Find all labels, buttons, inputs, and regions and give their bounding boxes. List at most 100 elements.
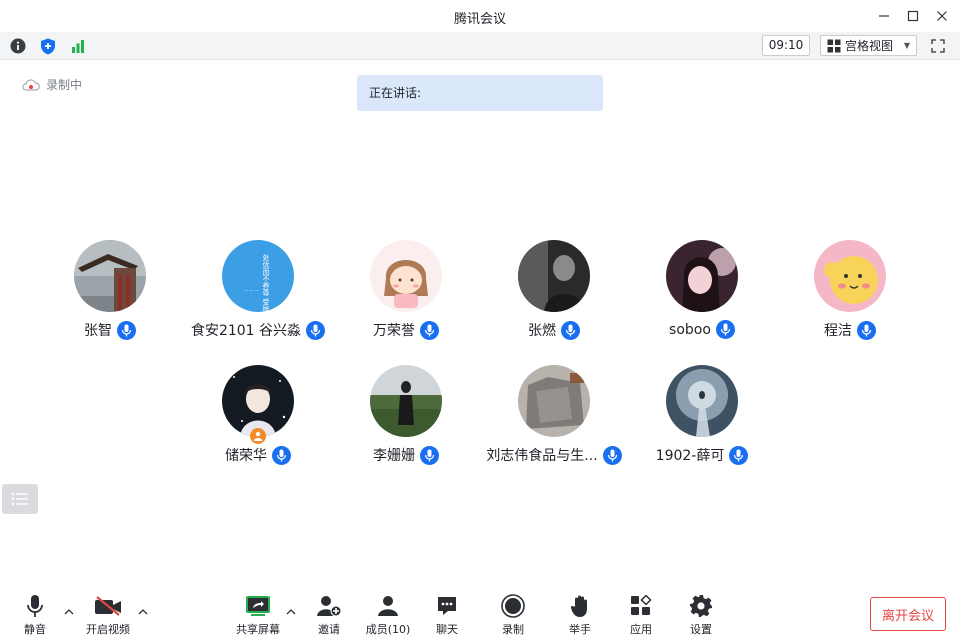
share-screen-button[interactable]: 共享屏幕 [234, 584, 282, 640]
fullscreen-icon [931, 39, 945, 53]
microphone-icon [121, 324, 132, 336]
participant-tile[interactable]: 万荣誉 [332, 240, 480, 350]
recording-label: 录制中 [46, 78, 83, 92]
cloud-record-icon [22, 78, 40, 91]
speaking-banner: 正在讲话: [357, 75, 603, 111]
participant-tile[interactable]: soboo [628, 240, 776, 350]
share-screen-icon [246, 596, 270, 616]
mic-status-badge[interactable] [857, 320, 876, 340]
network-status-button[interactable] [68, 36, 88, 56]
leave-meeting-button[interactable]: 离开会议 [870, 597, 946, 631]
settings-button[interactable]: 设置 [681, 584, 721, 640]
avatar [814, 240, 886, 312]
share-screen-label: 共享屏幕 [236, 623, 280, 636]
maximize-button[interactable] [903, 6, 923, 26]
video-options-caret[interactable] [137, 606, 149, 618]
raise-hand-button[interactable]: 举手 [560, 584, 600, 640]
chat-button[interactable]: 聊天 [427, 584, 467, 640]
avatar [518, 365, 590, 437]
fullscreen-button[interactable] [928, 36, 948, 56]
close-icon [937, 11, 947, 21]
participant-name: 1902-薛可 [655, 448, 725, 464]
gear-icon [690, 595, 712, 617]
mute-button[interactable]: 静音 [15, 584, 55, 640]
invite-button[interactable]: 邀请 [309, 584, 349, 640]
audio-options-caret[interactable] [63, 606, 75, 618]
invite-label: 邀请 [318, 623, 340, 636]
microphone-icon [424, 449, 435, 461]
microphone-icon [424, 324, 435, 336]
side-list-toggle[interactable] [2, 484, 38, 514]
minimize-icon [879, 15, 889, 17]
participant-name: 张燃 [528, 323, 556, 339]
host-badge [250, 428, 266, 444]
members-label: 成员(10) [365, 623, 411, 636]
chevron-up-icon [64, 609, 74, 615]
mic-status-badge[interactable] [729, 445, 749, 465]
record-button[interactable]: 录制 [493, 584, 533, 640]
minimize-button[interactable] [874, 6, 894, 26]
avatar [518, 240, 590, 312]
microphone-icon [565, 324, 576, 336]
mic-status-badge[interactable] [602, 445, 622, 465]
participant-tile[interactable]: 刘志伟食品与生... [480, 365, 628, 475]
apps-label: 应用 [630, 623, 652, 636]
meeting-info-button[interactable] [8, 36, 28, 56]
recording-indicator: 录制中 [22, 76, 82, 93]
svg-text:— — —: — — — [244, 288, 259, 293]
meeting-toolbar: 09:10 宫格视图 ▼ [0, 32, 960, 60]
caret-down-icon: ▼ [903, 41, 910, 50]
avatar-poem-right: 处优而不养尊 受挫而不短志 [262, 253, 270, 312]
mic-status-badge[interactable] [306, 320, 326, 340]
video-off-icon [95, 596, 121, 616]
close-button[interactable] [932, 6, 952, 26]
mic-status-badge[interactable] [561, 320, 580, 340]
participant-name: 刘志伟食品与生... [486, 448, 598, 464]
microphone-icon [720, 323, 731, 336]
window-title: 腾讯会议 [453, 12, 506, 27]
participant-name: soboo [669, 321, 711, 338]
microphone-icon [27, 595, 43, 617]
members-button[interactable]: 成员(10) [362, 584, 414, 640]
user-icon [253, 431, 263, 441]
share-options-caret[interactable] [285, 606, 297, 618]
mute-label: 静音 [24, 623, 46, 636]
avatar [74, 240, 146, 312]
participant-tile[interactable]: 处优而不养尊 受挫而不短志 — — — 食安2101 谷兴淼 [184, 240, 332, 350]
avatar [666, 240, 738, 312]
participant-tile[interactable]: 李姗姗 [332, 365, 480, 475]
mic-status-badge[interactable] [117, 320, 136, 340]
apps-button[interactable]: 应用 [621, 584, 661, 640]
microphone-icon [310, 324, 321, 336]
chevron-up-icon [138, 609, 148, 615]
mic-status-badge[interactable] [420, 320, 439, 340]
avatar [222, 365, 294, 437]
participant-name: 程洁 [824, 323, 852, 339]
view-mode-label: 宫格视图 [845, 39, 894, 53]
participant-name: 万荣誉 [373, 323, 415, 339]
shield-icon [41, 38, 55, 54]
participant-name: 食安2101 谷兴淼 [190, 323, 302, 339]
chat-label: 聊天 [436, 623, 458, 636]
list-icon [11, 492, 28, 506]
user-icon [378, 596, 398, 616]
view-mode-dropdown[interactable]: 宫格视图 ▼ [820, 35, 917, 56]
microphone-icon [276, 449, 287, 461]
meeting-clock: 09:10 [762, 35, 810, 56]
participant-tile[interactable]: 张燃 [480, 240, 628, 350]
avatar [370, 365, 442, 437]
add-user-icon [317, 596, 341, 617]
record-label: 录制 [502, 623, 524, 636]
avatar [370, 240, 442, 312]
participant-tile[interactable]: 程洁 [776, 240, 924, 350]
participant-tile[interactable]: 张智 [36, 240, 184, 350]
start-video-button[interactable]: 开启视频 [82, 584, 134, 640]
microphone-icon [607, 449, 617, 461]
mic-status-badge[interactable] [420, 445, 439, 465]
mic-status-badge[interactable] [272, 445, 291, 465]
security-button[interactable] [38, 36, 58, 56]
participant-tile[interactable]: 储荣华 [184, 365, 332, 475]
participant-name: 储荣华 [225, 448, 267, 464]
mic-status-badge[interactable] [715, 320, 735, 339]
participant-tile[interactable]: 1902-薛可 [628, 365, 776, 475]
